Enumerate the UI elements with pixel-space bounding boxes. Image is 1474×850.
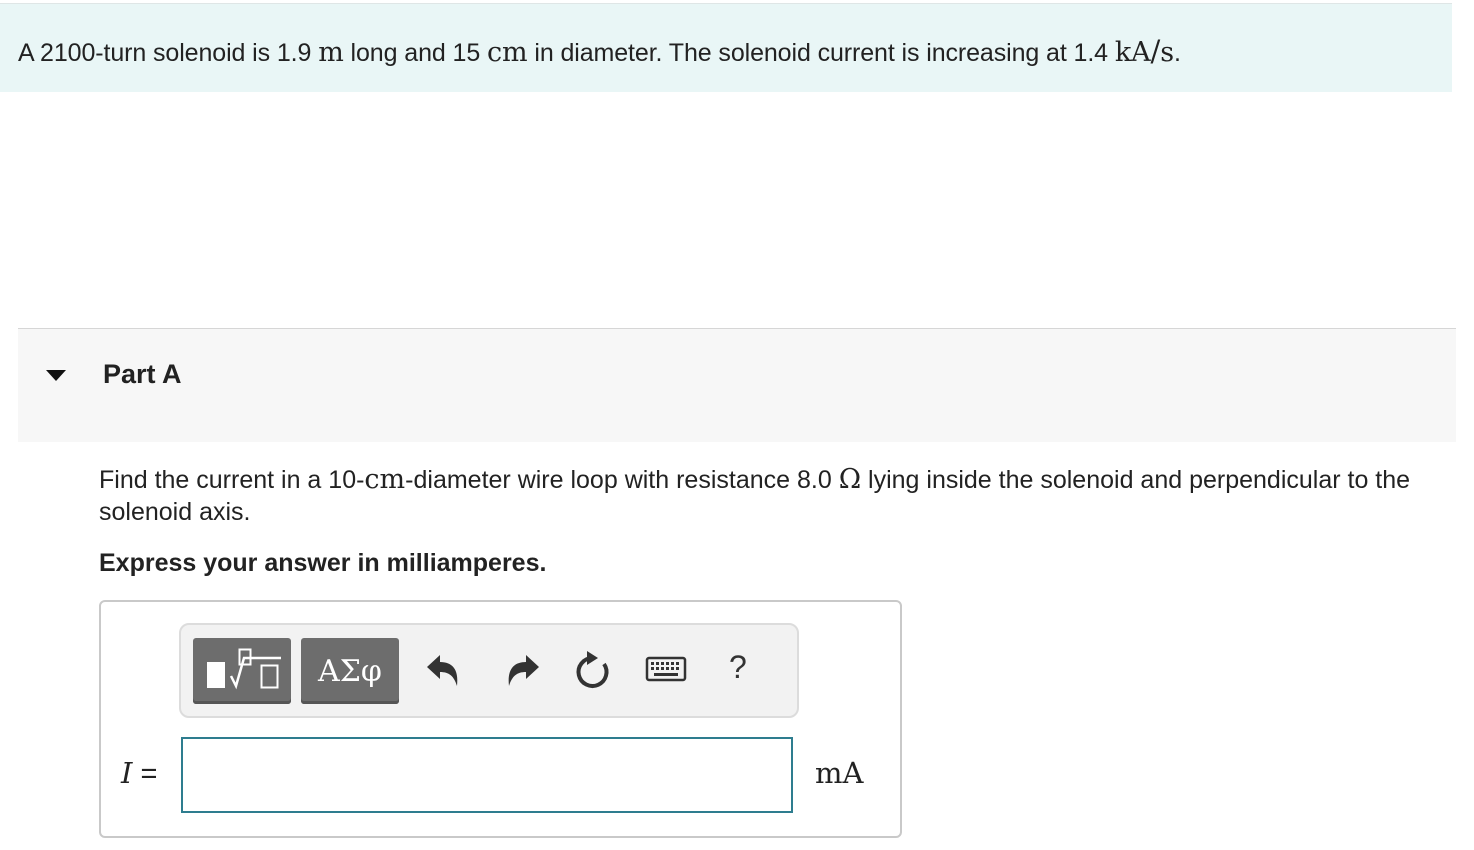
question-text: Find the current in a 10-cm-diameter wir… [99,464,1439,528]
answer-input[interactable] [181,737,793,813]
equals-sign: = [140,758,158,790]
collapse-triangle-icon[interactable] [46,370,66,381]
keyboard-icon[interactable] [643,647,689,693]
templates-button[interactable] [193,638,291,704]
help-button[interactable]: ? [729,649,747,686]
question-text-segment: Find the current in a 10- [99,466,365,494]
reset-icon[interactable] [571,647,615,693]
variable-symbol: I [121,756,133,790]
unit-centimeters: cm [486,37,528,68]
unit-kiloamperes: kA [1114,37,1151,68]
problem-text-segment: A 2100-turn solenoid is 1.9 [18,39,319,67]
undo-icon[interactable] [423,647,467,693]
problem-statement-text: A 2100-turn solenoid is 1.9 m long and 1… [18,34,1181,68]
unit-meters: m [318,37,344,68]
part-a-header[interactable]: Part A [18,328,1456,442]
answer-container: ΑΣφ ? I = mA [99,600,902,838]
greek-symbols-button[interactable]: ΑΣφ [301,638,399,704]
unit-slash: / [1150,34,1161,68]
problem-text-segment: . [1173,39,1181,67]
part-title: Part A [103,359,182,389]
templates-icon [207,648,281,690]
problem-text-segment: in diameter. The solenoid current is inc… [527,39,1115,67]
answer-unit-label: mA [815,756,864,790]
unit-ohms: Ω [838,464,862,495]
unit-centimeters: cm [364,464,406,495]
answer-instruction: Express your answer in milliamperes. [99,549,547,577]
question-text-segment: -diameter wire loop with resistance 8.0 [405,466,839,494]
math-toolbar: ΑΣφ ? [179,623,799,718]
unit-seconds: s [1160,37,1174,68]
problem-statement-banner: A 2100-turn solenoid is 1.9 m long and 1… [0,3,1452,92]
problem-text-segment: long and 15 [343,39,487,67]
answer-variable-label: I = [121,756,157,791]
redo-icon[interactable] [499,647,543,693]
